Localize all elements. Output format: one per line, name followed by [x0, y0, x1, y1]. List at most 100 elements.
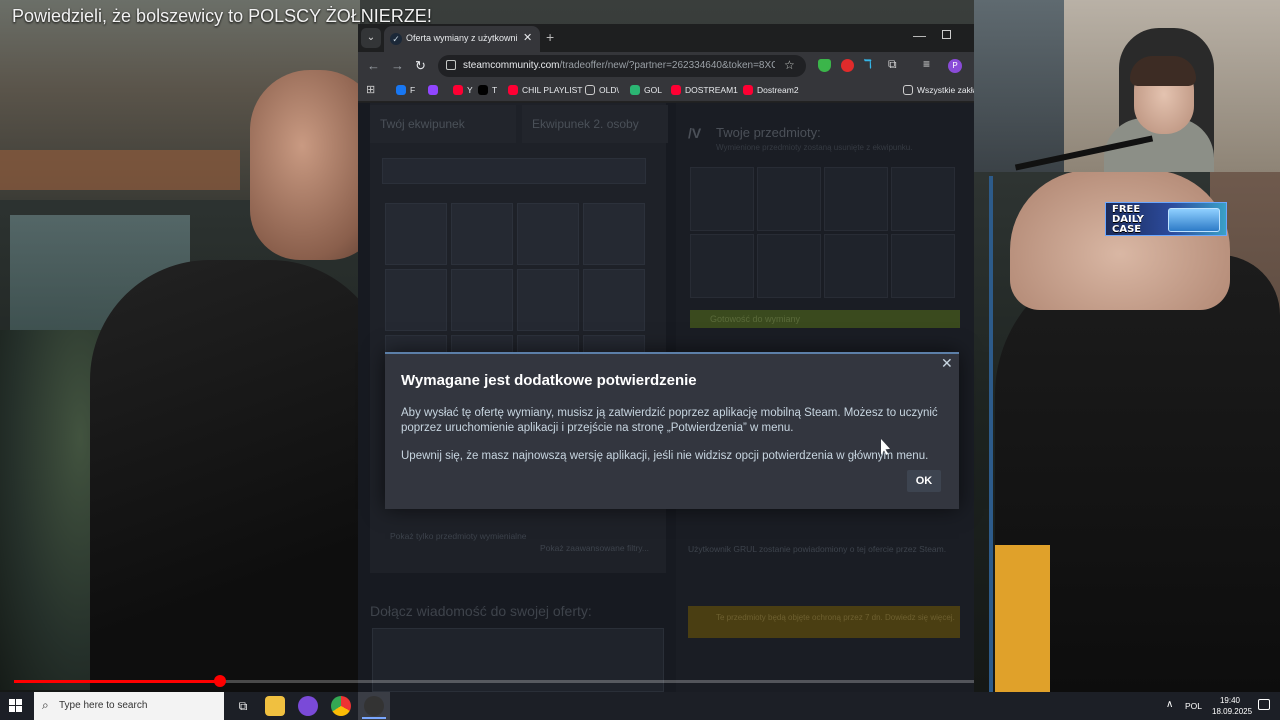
bookmark-favicon-icon: [428, 85, 438, 95]
bookmark-label: OLD\: [599, 85, 619, 95]
person-left: [90, 260, 390, 700]
windows-start-icon[interactable]: [9, 699, 23, 713]
show-hidden-icons-chevron-icon[interactable]: ∧: [1166, 699, 1173, 710]
clock[interactable]: 19:40 18.09.2025: [1212, 695, 1253, 717]
inventory-item-slot[interactable]: [583, 269, 645, 331]
ready-to-trade-checkbox[interactable]: Gotowość do wymiany: [690, 310, 960, 328]
video-progress-fill: [14, 680, 221, 683]
tab-their-inventory[interactable]: Ekwipunek 2. osoby: [522, 105, 668, 143]
offer-item-slot[interactable]: [824, 167, 888, 231]
discord-app-icon[interactable]: [298, 696, 318, 716]
input-language[interactable]: POL: [1185, 701, 1202, 711]
obs-app-icon[interactable]: [364, 696, 384, 716]
promo-text: FREE DAILY CASE: [1112, 204, 1144, 235]
bookmark-label: T: [492, 85, 498, 95]
bookmark-favicon-icon: [671, 85, 681, 95]
bookmark-item[interactable]: GOL: [630, 85, 662, 95]
bookmark-star-icon[interactable]: ☆: [784, 58, 795, 72]
clock-date: 18.09.2025: [1212, 707, 1253, 716]
clock-time: 19:40: [1219, 696, 1241, 705]
orange-chair: [995, 545, 1050, 692]
active-app-indicator: [362, 717, 386, 719]
streamer-hair: [1130, 56, 1196, 86]
taskbar-search-input[interactable]: ⌕ Type here to search: [34, 692, 224, 720]
bookmark-label: CHIL PLAYLIST: [522, 85, 583, 95]
offer-item-slot[interactable]: [757, 234, 821, 298]
inventory-selector[interactable]: [382, 158, 646, 184]
bookmark-item[interactable]: CHIL PLAYLIST: [508, 85, 582, 95]
bookmark-favicon-icon: [453, 85, 463, 95]
video-progress-bar[interactable]: [14, 675, 974, 687]
bookmark-label: DOSTREAM1: [685, 85, 738, 95]
person-right-head: [1010, 170, 1230, 310]
tab-title: Oferta wymiany z użytkownikiem: [406, 33, 518, 43]
bookmark-favicon-icon: [585, 85, 595, 95]
search-icon: ⌕: [42, 698, 49, 712]
bookmark-label: F: [410, 85, 416, 95]
maximize-icon[interactable]: [942, 30, 951, 39]
tab-my-inventory[interactable]: Twój ekwipunek: [370, 105, 516, 143]
address-url[interactable]: steamcommunity.com/tradeoffer/new/?partn…: [463, 60, 775, 71]
inventory-item-slot[interactable]: [385, 269, 447, 331]
tradable-filter[interactable]: Pokaż tylko przedmioty wymienialne: [390, 531, 527, 541]
bookmark-label: GOL: [644, 85, 662, 95]
address-bar[interactable]: steamcommunity.com/tradeoffer/new/?partn…: [438, 55, 806, 77]
offer-item-slot[interactable]: [757, 167, 821, 231]
translate-extension-icon[interactable]: ℸ: [864, 57, 877, 71]
dialog-body-paragraph-1: Aby wysłać tę ofertę wymiany, musisz ją …: [401, 407, 938, 434]
inventory-item-slot[interactable]: [517, 203, 579, 265]
tab-trade-offer[interactable]: ✓ Oferta wymiany z użytkownikiem ✕: [384, 26, 540, 52]
user-avatar-icon: /V: [688, 125, 702, 141]
task-view-icon[interactable]: ⧉: [233, 696, 253, 716]
profile-avatar[interactable]: P: [948, 59, 962, 73]
media-control-icon[interactable]: ≡: [923, 57, 936, 71]
dialog-title: Wymagane jest dodatkowe potwierdzenie: [401, 372, 697, 389]
bookmark-item[interactable]: OLD\: [585, 85, 619, 95]
bookmark-item[interactable]: Wszystkie zakła: [903, 85, 974, 95]
close-icon[interactable]: ✕: [941, 355, 953, 372]
inventory-item-slot[interactable]: [451, 203, 513, 265]
tab-close-icon[interactable]: ✕: [523, 31, 532, 44]
minimize-icon[interactable]: —: [913, 28, 926, 43]
offer-item-slot[interactable]: [891, 167, 955, 231]
inventory-item-slot[interactable]: [583, 203, 645, 265]
bookmark-favicon-icon: [396, 85, 406, 95]
forward-arrow-icon[interactable]: →: [391, 58, 404, 73]
new-tab-icon[interactable]: +: [546, 29, 554, 45]
bookmark-label: Dostream2: [757, 85, 799, 95]
shield-extension-icon[interactable]: [818, 59, 831, 72]
red-extension-icon[interactable]: [841, 59, 854, 72]
message-label: Dołącz wiadomość do swojej oferty:: [370, 603, 592, 619]
windows-taskbar: ⌕ Type here to search ⧉ ∧ POL 19:40 18.0…: [0, 692, 1280, 720]
dialog-body-paragraph-2: Upewnij się, że masz najnowszą wersję ap…: [401, 450, 929, 462]
bookmark-item[interactable]: DOSTREAM1: [671, 85, 738, 95]
reload-icon[interactable]: ↻: [415, 58, 426, 74]
inventory-item-slot[interactable]: [517, 269, 579, 331]
bookmark-item[interactable]: [428, 85, 442, 95]
back-arrow-icon[interactable]: ←: [367, 58, 380, 73]
ok-button[interactable]: OK: [907, 470, 941, 492]
tab-search-chevron-icon[interactable]: ⌄: [361, 28, 381, 48]
bookmark-item[interactable]: Dostream2: [743, 85, 799, 95]
offer-item-slot[interactable]: [824, 234, 888, 298]
bookmark-label: Wszystkie zakła: [917, 85, 974, 95]
bookmark-item[interactable]: T: [478, 85, 497, 95]
bookmark-item[interactable]: Y: [453, 85, 473, 95]
bookmark-item[interactable]: F: [396, 85, 415, 95]
site-info-icon[interactable]: [446, 60, 456, 70]
inventory-item-slot[interactable]: [385, 203, 447, 265]
advanced-filters-button[interactable]: Pokaż zaawansowane filtry...: [540, 543, 649, 553]
apps-grid-icon[interactable]: ⊞: [366, 83, 375, 96]
file-explorer-icon[interactable]: [265, 696, 285, 716]
extensions-puzzle-icon[interactable]: ⧉: [888, 57, 901, 71]
offer-item-slot[interactable]: [690, 167, 754, 231]
warning-text: Te przedmioty będą objęte ochroną przez …: [716, 613, 955, 622]
notifications-icon[interactable]: [1258, 699, 1270, 710]
offer-item-slot[interactable]: [690, 234, 754, 298]
inventory-item-slot[interactable]: [451, 269, 513, 331]
steam-favicon-icon: ✓: [390, 33, 402, 45]
bookmark-favicon-icon: [903, 85, 913, 95]
bookmark-favicon-icon: [743, 85, 753, 95]
offer-item-slot[interactable]: [891, 234, 955, 298]
chrome-icon[interactable]: [331, 696, 351, 716]
